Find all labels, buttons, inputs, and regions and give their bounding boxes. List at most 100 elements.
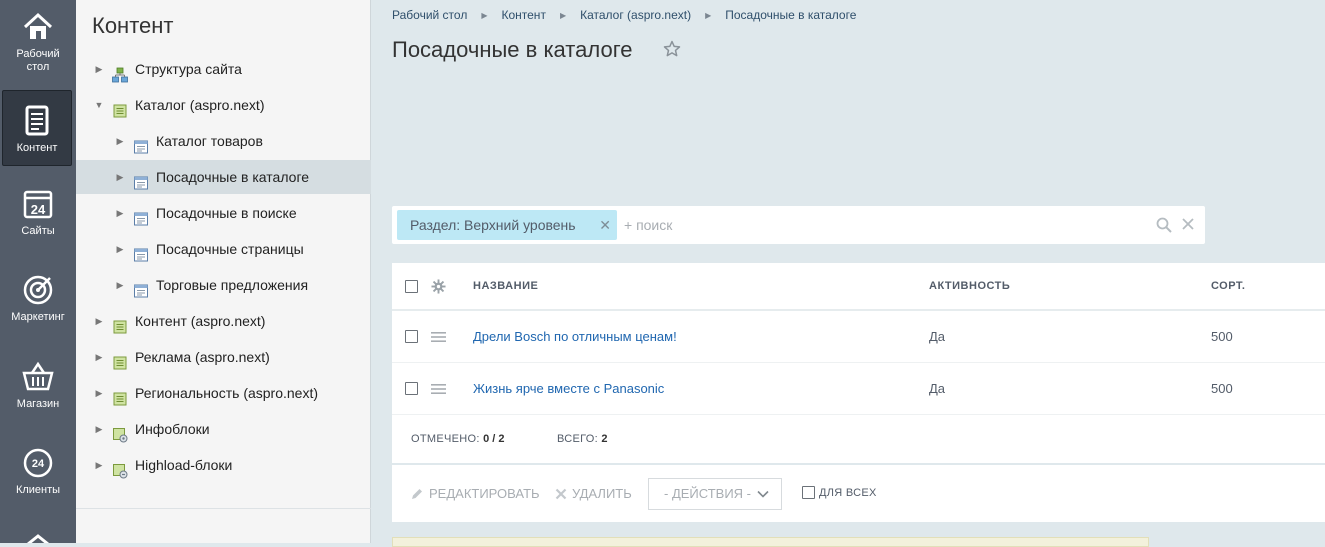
grid-footer: ОТМЕЧЕНО: 0 / 2 ВСЕГО: 2 <box>392 415 1325 463</box>
breadcrumb-separator-icon: ▶ <box>481 11 488 20</box>
left-menu-item-sites[interactable]: 24 Сайты <box>0 187 76 238</box>
left-menu-item-clients[interactable]: 24 Клиенты <box>0 446 76 497</box>
hamburger-menu-icon[interactable] <box>431 383 446 395</box>
column-header-name[interactable]: НАЗВАНИЕ <box>473 263 538 309</box>
svg-text:24: 24 <box>31 202 46 217</box>
chevron-up-icon[interactable] <box>24 532 52 543</box>
search-input[interactable] <box>624 214 1144 236</box>
filter-tag[interactable]: Раздел: Верхний уровень ✕ <box>397 210 617 240</box>
gear-icon[interactable] <box>431 278 446 294</box>
total-count-label: ВСЕГО: <box>557 433 599 445</box>
tree-node[interactable]: ▶ Контент (aspro.next) <box>76 304 371 338</box>
actions-dropdown[interactable]: - ДЕЙСТВИЯ - <box>648 478 782 510</box>
row-name-link[interactable]: Дрели Bosch по отличным ценам! <box>473 311 677 362</box>
breadcrumb-item[interactable]: Контент <box>501 8 545 22</box>
tree-expand-arrow-icon[interactable]: ▶ <box>94 304 104 338</box>
left-menu-item-desktop[interactable]: Рабочий стол <box>0 10 76 74</box>
tree-node-label: Каталог (aspro.next) <box>135 97 265 113</box>
tree-node[interactable]: ▶ Посадочные в поиске <box>76 196 371 230</box>
iblocks-settings-icon <box>112 421 128 443</box>
tree-expand-arrow-icon[interactable]: ▶ <box>94 52 104 86</box>
edit-button[interactable]: РЕДАКТИРОВАТЬ <box>410 486 540 501</box>
search-icon[interactable] <box>1156 217 1172 233</box>
tree-expand-arrow-icon[interactable]: ▶ <box>94 448 104 482</box>
tree-expand-arrow-icon[interactable]: ▶ <box>115 196 125 230</box>
tree-node-label: Региональность (aspro.next) <box>135 385 319 401</box>
hamburger-menu-icon[interactable] <box>431 331 446 343</box>
tree-node[interactable]: ▶ Структура сайта <box>76 52 371 86</box>
svg-text:24: 24 <box>32 458 45 470</box>
column-header-sort[interactable]: СОРТ. <box>1211 263 1245 309</box>
filter-tag-remove-icon[interactable]: ✕ <box>599 210 611 240</box>
star-icon[interactable] <box>663 40 681 58</box>
left-menu-label: Магазин <box>16 398 60 410</box>
total-count-value: 2 <box>601 433 608 445</box>
for-all-checkbox[interactable] <box>802 486 815 499</box>
tree-expand-arrow-icon[interactable]: ▶ <box>115 124 125 158</box>
tree-title: Контент <box>92 13 174 38</box>
tree-node[interactable]: ▶ Highload-блоки <box>76 448 371 482</box>
left-menu-item-marketing[interactable]: Маркетинг <box>0 273 76 324</box>
tree-node-label: Посадочные в каталоге <box>156 169 310 185</box>
tree-node-label: Инфоблоки <box>135 421 210 437</box>
iblock-icon <box>133 241 149 262</box>
tree-expand-arrow-icon[interactable]: ▶ <box>94 340 104 374</box>
home-icon <box>23 12 53 39</box>
tree-expand-arrow-icon[interactable]: ▶ <box>94 376 104 410</box>
tree-expand-arrow-icon[interactable]: ▶ <box>94 412 104 446</box>
tree-node-label: Структура сайта <box>135 61 242 77</box>
row-checkbox[interactable] <box>405 330 418 343</box>
tree-node-label: Каталог товаров <box>156 133 263 149</box>
row-checkbox-cell <box>405 363 418 414</box>
tree-collapse-arrow-icon[interactable]: ▼ <box>94 88 104 122</box>
delete-button[interactable]: УДАЛИТЬ <box>555 486 632 501</box>
action-panel: РЕДАКТИРОВАТЬ УДАЛИТЬ - ДЕЙСТВИЯ - ДЛЯ В… <box>392 465 1325 522</box>
left-menu-label: Рабочий стол <box>16 48 60 73</box>
iblock-type-icon <box>112 349 128 370</box>
data-grid: НАЗВАНИЕ АКТИВНОСТЬ СОРТ. Дрели Bosch по… <box>392 263 1325 463</box>
total-count: ВСЕГО: 2 <box>557 433 608 445</box>
selected-count-label: ОТМЕЧЕНО: <box>411 433 480 445</box>
tree-node[interactable]: ▼ Каталог (aspro.next) <box>76 88 371 122</box>
edit-button-label: РЕДАКТИРОВАТЬ <box>429 486 540 501</box>
pencil-icon <box>412 488 422 499</box>
tree-expand-arrow-icon[interactable]: ▶ <box>115 268 125 302</box>
row-name-link[interactable]: Жизнь ярче вместе с Panasonic <box>473 363 664 414</box>
left-menu-item-content[interactable]: Контент <box>2 90 72 166</box>
breadcrumb-item[interactable]: Посадочные в каталоге <box>725 8 856 22</box>
tree-expand-arrow-icon[interactable]: ▶ <box>115 232 125 266</box>
breadcrumb-item[interactable]: Каталог (aspro.next) <box>580 8 691 22</box>
tree-node[interactable]: ▶ Региональность (aspro.next) <box>76 376 371 410</box>
tree-node[interactable]: ▶ Реклама (aspro.next) <box>76 340 371 374</box>
left-menu-label: Контент <box>16 142 58 154</box>
left-menu-label: Сайты <box>21 225 55 237</box>
main-area: Рабочий стол ▶ Контент ▶ Каталог (aspro.next… <box>371 0 1325 547</box>
tree-node[interactable]: ▶ Инфоблоки <box>76 412 371 446</box>
row-sort-value: 500 <box>1211 329 1233 344</box>
table-row: Дрели Bosch по отличным ценам! Да 500 <box>392 311 1325 363</box>
selected-count-value: 0 / 2 <box>483 433 505 445</box>
clients-24-icon: 24 <box>23 448 53 478</box>
left-menu-item-shop[interactable]: Магазин <box>0 360 76 411</box>
select-all-checkbox[interactable] <box>405 279 418 293</box>
row-checkbox[interactable] <box>405 382 418 395</box>
iblock-icon <box>133 205 149 226</box>
tree-node-label: Посадочные в поиске <box>156 205 297 221</box>
tree-node[interactable]: ▶ Каталог товаров <box>76 124 371 158</box>
close-icon[interactable] <box>1181 217 1195 231</box>
row-active-value: Да <box>929 329 946 344</box>
document-icon <box>25 105 49 136</box>
column-header-active[interactable]: АКТИВНОСТЬ <box>929 263 1010 309</box>
tree-expand-arrow-icon[interactable]: ▶ <box>115 160 125 194</box>
row-sort-value: 500 <box>1211 381 1233 396</box>
tree-node[interactable]: ▶ Посадочные в каталоге <box>76 160 371 194</box>
notice-strip <box>392 537 1149 547</box>
chevron-down-icon <box>757 490 769 498</box>
for-all-toggle[interactable]: ДЛЯ ВСЕХ <box>802 486 877 499</box>
breadcrumb-separator-icon: ▶ <box>705 11 712 20</box>
tree-divider <box>76 508 371 509</box>
basket-icon <box>22 361 54 391</box>
tree-node[interactable]: ▶ Посадочные страницы <box>76 232 371 266</box>
tree-node[interactable]: ▶ Торговые предложения <box>76 268 371 302</box>
breadcrumb-item[interactable]: Рабочий стол <box>392 8 467 22</box>
